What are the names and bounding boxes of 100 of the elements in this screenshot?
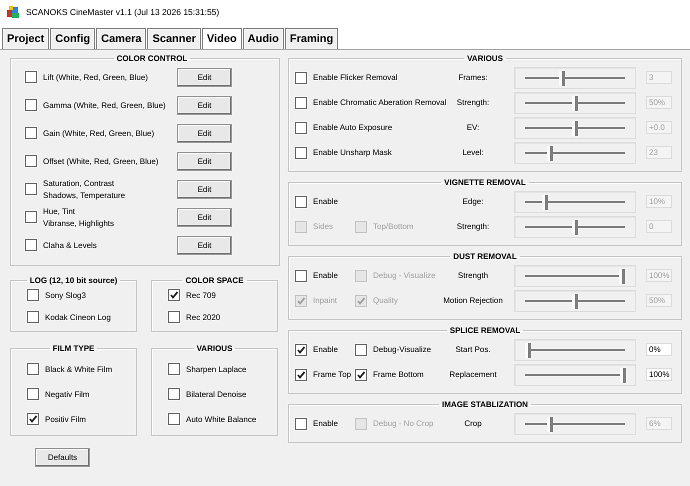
checkbox[interactable] — [25, 127, 37, 139]
checkbox-label: Enable Unsharp Mask — [313, 148, 392, 157]
checkbox-label: Debug-Visualize — [373, 345, 432, 354]
checkbox-label: Enable — [313, 345, 338, 354]
slider-label: Edge: — [462, 197, 484, 206]
group-title: IMAGE STABLIZATION — [441, 400, 529, 409]
checkbox-label: Rec 709 — [186, 290, 216, 300]
slider-label: EV: — [466, 123, 480, 132]
checkbox[interactable] — [25, 239, 37, 251]
checkbox-label: Frame Top — [313, 370, 352, 379]
checkbox[interactable] — [27, 363, 39, 375]
slider[interactable] — [514, 142, 636, 164]
tab[interactable]: Framing — [284, 28, 338, 49]
value-field: 0 — [646, 220, 672, 233]
checkbox[interactable] — [168, 413, 180, 425]
checkbox-label: Negativ Film — [45, 390, 90, 398]
value-field: 23 — [646, 146, 672, 159]
checkbox-label: Kodak Cineon Log — [45, 312, 111, 322]
option-label: Vibranse, Highlights — [43, 218, 116, 228]
slider-label: Crop — [463, 419, 483, 428]
checkbox[interactable] — [168, 289, 180, 301]
checkbox[interactable] — [27, 289, 39, 301]
group-title: LOG (12, 10 bit source) — [28, 276, 118, 285]
slider[interactable] — [514, 216, 636, 238]
checkbox[interactable] — [295, 146, 307, 158]
checkbox-label: Enable — [313, 271, 338, 280]
checkbox[interactable] — [295, 418, 307, 430]
slider[interactable] — [514, 338, 636, 360]
checkbox[interactable] — [355, 344, 367, 356]
checkbox[interactable] — [295, 72, 307, 84]
group-title: COLOR SPACE — [184, 276, 245, 285]
tab[interactable]: Audio — [242, 28, 284, 49]
tab[interactable]: Project — [2, 28, 50, 49]
tab[interactable]: Camera — [96, 28, 146, 49]
edit-button[interactable]: Edit — [177, 152, 232, 170]
checkbox[interactable] — [295, 270, 307, 282]
checkbox[interactable] — [295, 122, 307, 134]
checkbox[interactable] — [168, 363, 180, 375]
slider[interactable] — [514, 92, 636, 114]
edit-button[interactable]: Edit — [177, 180, 232, 198]
slider-label: Replacement — [448, 370, 498, 379]
checkbox[interactable] — [355, 368, 367, 380]
group-title: DUST REMOVAL — [452, 252, 518, 261]
slider[interactable] — [514, 66, 636, 88]
checkbox[interactable] — [27, 311, 39, 323]
checkbox[interactable] — [295, 368, 307, 380]
checkbox[interactable] — [27, 413, 39, 425]
slider-thumb[interactable] — [620, 368, 626, 382]
edit-button[interactable]: Edit — [177, 96, 232, 114]
slider-label: Level: — [461, 148, 485, 157]
edit-button[interactable]: Edit — [177, 208, 232, 226]
checkbox[interactable] — [295, 196, 307, 208]
checkbox-label: Sides — [313, 222, 334, 231]
value-field: 100% — [646, 368, 672, 381]
checkbox[interactable] — [295, 96, 307, 108]
defaults-button[interactable]: Defaults — [35, 448, 90, 467]
tab[interactable]: Scanner — [147, 28, 201, 49]
checkbox-label: Debug - Visualize — [373, 271, 436, 280]
value-field: 0% — [646, 343, 672, 356]
value-field: +0.0 — [646, 121, 672, 134]
group-title: SPLICE REMOVAL — [448, 326, 522, 335]
checkbox-label: Inpaint — [313, 296, 338, 305]
option-label: Claha & Levels — [43, 240, 98, 250]
group-title: VARIOUS — [196, 344, 234, 353]
checkbox-label: Debug - No Crop — [373, 419, 434, 428]
checkbox-label: Sharpen Laplace — [186, 364, 246, 374]
checkbox-label: Positiv Film — [45, 414, 86, 424]
edit-button[interactable]: Edit — [177, 68, 232, 86]
slider-thumb[interactable] — [525, 342, 531, 358]
slider[interactable] — [514, 190, 636, 212]
value-field: 50% — [646, 294, 672, 307]
tab[interactable]: Video — [202, 28, 242, 49]
checkbox[interactable] — [25, 211, 37, 223]
slider[interactable] — [514, 364, 636, 386]
group-title: VARIOUS — [466, 54, 504, 63]
value-field: 6% — [646, 417, 672, 430]
slider[interactable] — [514, 290, 636, 312]
option-label: Offset (White, Red, Green, Blue) — [43, 156, 160, 166]
checkbox-label: Enable — [313, 197, 338, 206]
checkbox[interactable] — [27, 388, 39, 400]
checkbox[interactable] — [168, 311, 180, 323]
checkbox[interactable] — [295, 344, 307, 356]
checkbox[interactable] — [25, 155, 37, 167]
checkbox-label: Black & White Film — [45, 364, 112, 374]
slider[interactable] — [514, 412, 636, 434]
option-label: Gain (White, Red, Green, Blue) — [43, 128, 156, 138]
checkbox-label: Frame Bottom — [373, 370, 424, 379]
checkbox[interactable] — [25, 71, 37, 83]
checkbox-label: Sony Slog3 — [45, 290, 86, 300]
checkbox[interactable] — [25, 99, 37, 111]
slider-label: Start Pos. — [454, 345, 492, 354]
slider-label: Motion Rejection — [442, 296, 504, 305]
slider[interactable] — [514, 116, 636, 138]
checkbox[interactable] — [25, 183, 37, 195]
slider[interactable] — [514, 264, 636, 286]
tab[interactable]: Config — [50, 28, 96, 49]
option-label: Gamma (White, Red, Green, Blue) — [43, 100, 167, 110]
edit-button[interactable]: Edit — [177, 124, 232, 142]
checkbox[interactable] — [168, 388, 180, 400]
edit-button[interactable]: Edit — [177, 236, 232, 254]
